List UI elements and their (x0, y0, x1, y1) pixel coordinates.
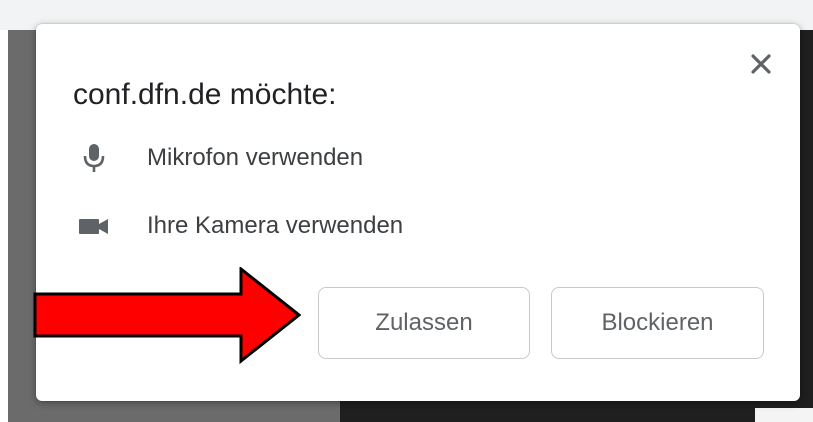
close-icon (751, 54, 771, 74)
dialog-title: conf.dfn.de möchte: (73, 78, 337, 111)
permission-item-camera: Ihre Kamera verwenden (78, 206, 403, 246)
red-arrow-icon (33, 267, 301, 365)
close-button[interactable] (741, 44, 781, 84)
block-button[interactable]: Blockieren (551, 287, 764, 359)
permission-label: Mikrofon verwenden (147, 144, 364, 171)
allow-button[interactable]: Zulassen (318, 287, 530, 359)
camera-icon (78, 210, 110, 242)
permission-label: Ihre Kamera verwenden (147, 212, 404, 239)
page-corner (755, 408, 813, 422)
microphone-icon (78, 142, 110, 174)
permission-item-microphone: Mikrofon verwenden (78, 138, 363, 178)
